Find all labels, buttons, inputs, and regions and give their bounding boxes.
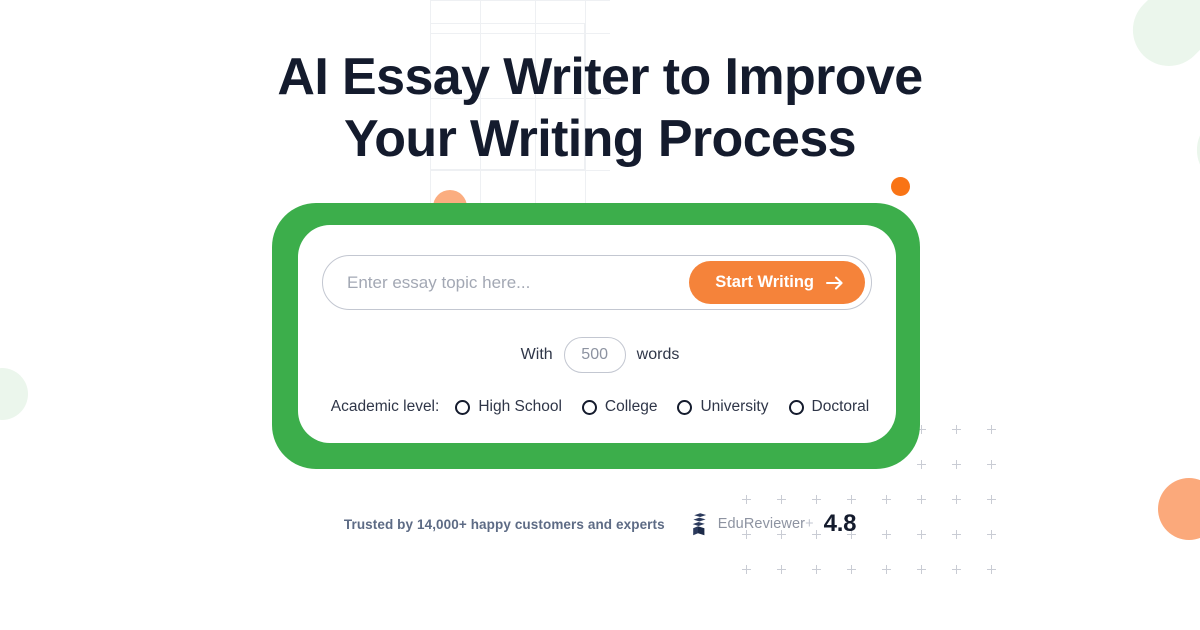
plus-mark-icon [742,495,751,504]
plus-mark-icon [847,495,856,504]
plus-mark-icon [882,565,891,574]
academic-level-row: Academic level: High School College Univ… [0,398,1200,416]
academic-level-option-label: High School [478,398,562,415]
plus-mark-icon [847,565,856,574]
radio-icon-university[interactable] [677,399,693,415]
academic-level-label: Academic level: [330,398,440,415]
radio-icon-college[interactable] [581,399,597,415]
page-title-line-2: Your Writing Process [344,110,857,168]
brand-name: EduReviewer+ [718,516,814,532]
edureviewer-book-logo-icon [692,513,706,536]
plus-mark-icon [987,460,996,469]
plus-mark-icon [987,495,996,504]
radio-icon-doctoral[interactable] [788,399,804,415]
plus-mark-icon [812,565,821,574]
plus-mark-icon [777,565,786,574]
academic-level-option-university[interactable]: University [677,398,769,416]
word-count-row: With words [0,337,1200,373]
academic-level-option-label: University [700,398,769,415]
plus-mark-icon [987,425,996,434]
start-writing-button-label: Start Writing [715,273,814,291]
decorative-orange-dot [891,177,910,196]
radio-icon-high-school[interactable] [455,399,471,415]
hero-section: AI Essay Writer to Improve Your Writing … [0,0,1200,630]
brand-name-text: EduReviewer [717,516,806,532]
essay-topic-row: Start Writing [322,255,872,310]
plus-mark-icon [952,425,961,434]
plus-mark-icon [917,495,926,504]
plus-mark-icon [917,460,926,469]
plus-mark-icon [742,565,751,574]
word-count-input[interactable] [563,337,626,373]
start-writing-button[interactable]: Start Writing [689,261,865,304]
academic-level-option-label: College [604,398,658,415]
page-title: AI Essay Writer to Improve Your Writing … [0,46,1200,170]
word-count-suffix-label: words [636,346,680,363]
academic-level-option-label: Doctoral [811,398,870,415]
trust-bar: Trusted by 14,000+ happy customers and e… [0,510,1200,538]
essay-topic-input[interactable] [323,256,690,309]
academic-level-option-college[interactable]: College [581,398,658,416]
plus-mark-icon [952,565,961,574]
plus-mark-icon [882,495,891,504]
trust-text: Trusted by 14,000+ happy customers and e… [343,516,665,532]
brand-name-plus: + [805,516,814,532]
plus-mark-icon [987,565,996,574]
academic-level-option-high-school[interactable]: High School [455,398,562,416]
plus-mark-icon [952,460,961,469]
word-count-prefix-label: With [520,346,553,363]
rating-score: 4.8 [823,510,857,537]
academic-level-option-doctoral[interactable]: Doctoral [788,398,870,416]
plus-mark-icon [952,495,961,504]
plus-mark-icon [812,495,821,504]
plus-mark-icon [777,495,786,504]
plus-mark-icon [917,565,926,574]
page-title-line-1: AI Essay Writer to Improve [277,48,923,106]
arrow-right-icon [826,276,843,289]
